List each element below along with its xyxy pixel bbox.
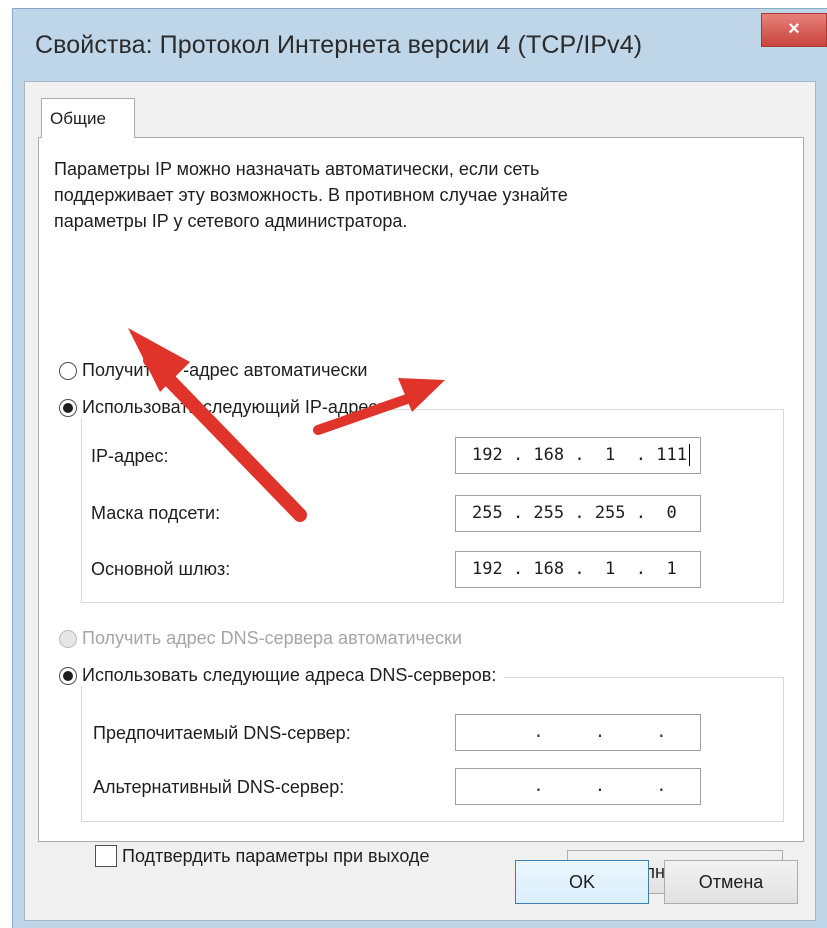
- subnet-mask-label: Маска подсети:: [91, 503, 221, 523]
- default-gateway-input[interactable]: 192 . 168 . 1 . 1: [455, 551, 701, 588]
- radio-dns-auto: Получить адрес DNS-сервера автоматически: [59, 628, 470, 649]
- ok-button[interactable]: OK: [515, 860, 649, 904]
- radio-ip-auto[interactable]: Получить IP-адрес автоматически: [59, 360, 376, 381]
- alternate-dns-label: Альтернативный DNS-сервер:: [93, 777, 345, 797]
- validate-on-exit-label: Подтвердить параметры при выходе: [122, 845, 430, 866]
- validate-on-exit-checkbox[interactable]: [95, 845, 117, 867]
- ip-address-label: IP-адрес:: [91, 446, 169, 466]
- preferred-dns-input[interactable]: . . .: [455, 714, 701, 751]
- preferred-dns-label: Предпочитаемый DNS-сервер:: [93, 723, 351, 743]
- window-title: Свойства: Протокол Интернета версии 4 (T…: [35, 31, 643, 59]
- radio-dns-manual[interactable]: Использовать следующие адреса DNS-сервер…: [59, 665, 505, 686]
- subnet-mask-input[interactable]: 255 . 255 . 255 . 0: [455, 495, 701, 532]
- tab-panel-general: Параметры IP можно назначать автоматичес…: [38, 137, 804, 894]
- radio-ip-manual-label: Использовать следующий IP-адрес:: [82, 397, 383, 417]
- radio-ip-auto-label: Получить IP-адрес автоматически: [82, 360, 368, 380]
- dialog-window: Свойства: Протокол Интернета версии 4 (T…: [12, 8, 827, 928]
- radio-ip-manual[interactable]: Использовать следующий IP-адрес:: [59, 397, 391, 418]
- radio-dns-auto-circle: [59, 629, 77, 648]
- cancel-button[interactable]: Отмена: [664, 860, 798, 904]
- close-button[interactable]: ×: [761, 13, 827, 47]
- text-caret: [688, 444, 690, 466]
- tab-general[interactable]: Общие: [41, 98, 135, 138]
- default-gateway-label: Основной шлюз:: [91, 559, 231, 579]
- ip-address-input[interactable]: 192 . 168 . 1 . 111: [455, 437, 701, 474]
- radio-dns-auto-label: Получить адрес DNS-сервера автоматически: [82, 628, 462, 648]
- alternate-dns-input[interactable]: . . .: [455, 768, 701, 805]
- radio-ip-auto-circle[interactable]: [59, 361, 77, 380]
- radio-ip-manual-circle[interactable]: [59, 398, 77, 417]
- validate-on-exit-checkbox-row[interactable]: Подтвердить параметры при выходе: [95, 845, 429, 867]
- radio-dns-manual-label: Использовать следующие адреса DNS-сервер…: [82, 665, 497, 685]
- description-text: Параметры IP можно назначать автоматичес…: [54, 159, 568, 231]
- radio-dns-manual-circle[interactable]: [59, 666, 77, 685]
- dialog-content: Общие Параметры IP можно назначать автом…: [24, 81, 816, 921]
- ip-address-value: 192 . 168 . 1 . 111: [472, 445, 687, 465]
